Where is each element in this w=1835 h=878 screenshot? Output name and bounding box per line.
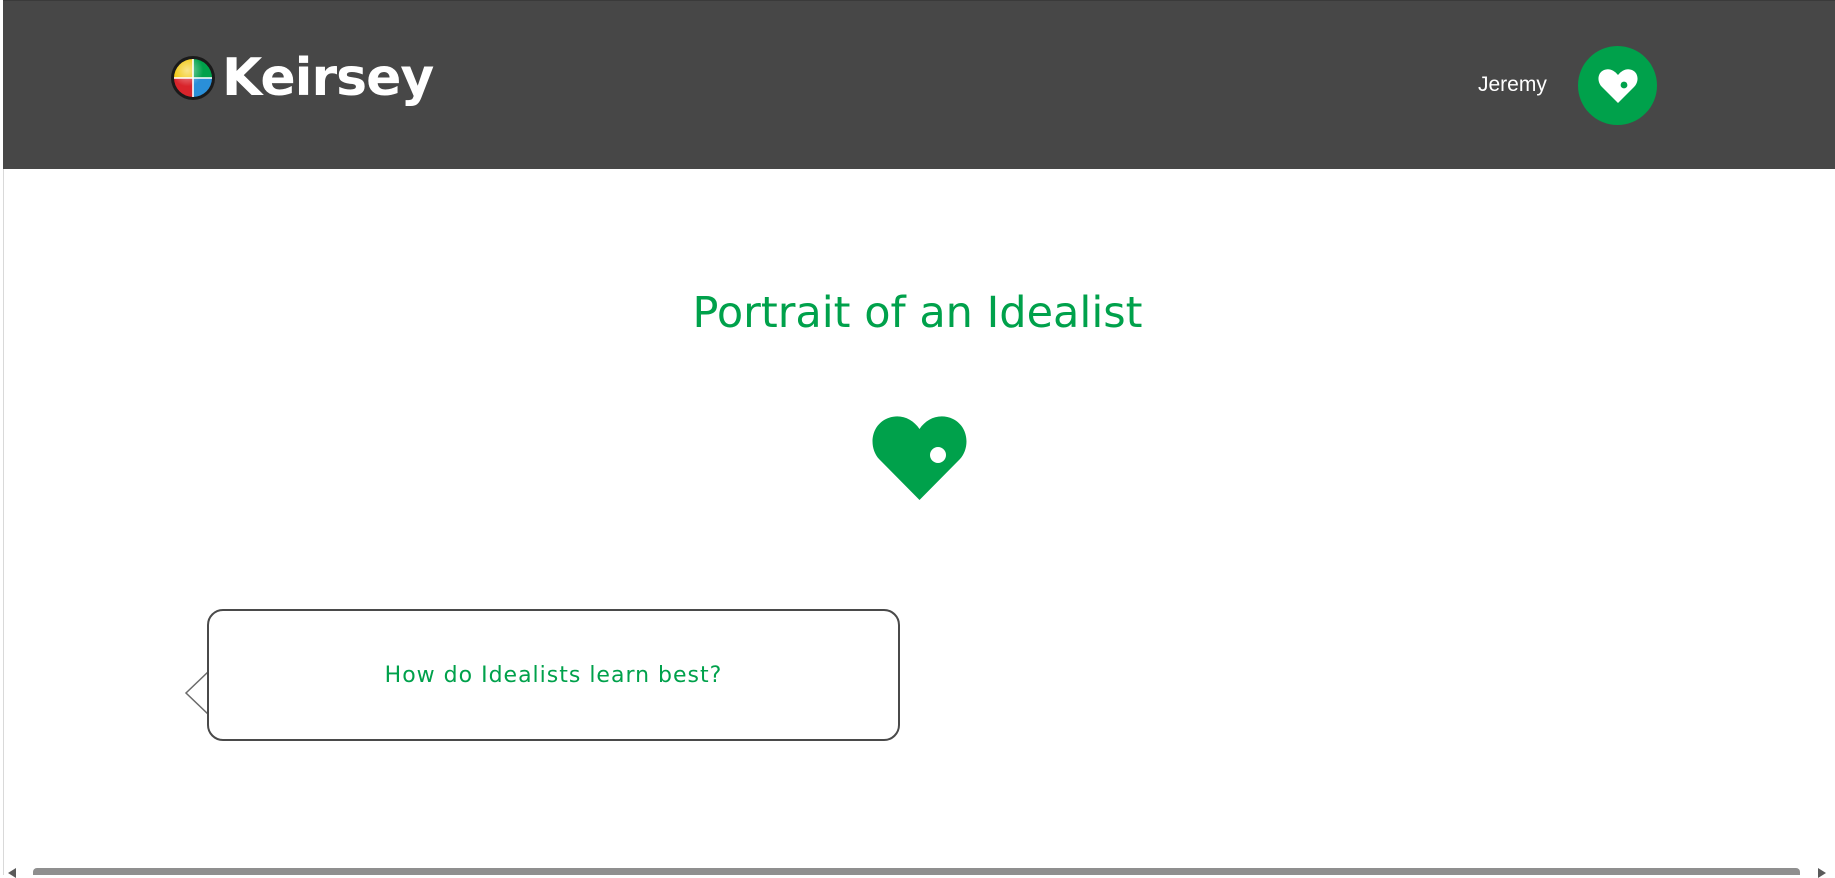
user-name-link[interactable]: Jeremy (1478, 71, 1547, 99)
page-title: Portrait of an Idealist (692, 288, 1143, 338)
idealist-heart-icon (872, 416, 967, 500)
scroll-right-arrow-icon[interactable] (1818, 868, 1826, 878)
scroll-left-arrow-icon[interactable] (8, 868, 16, 878)
brand-logo-link[interactable]: Keirsey (170, 45, 434, 111)
question-bubble-text: How do Idealists learn best? (384, 662, 723, 688)
temperament-quadrant-icon (171, 56, 215, 100)
brand-name: Keirsey (222, 48, 434, 108)
horizontal-scrollbar-thumb[interactable] (33, 868, 1800, 875)
idealist-heart-icon (1597, 68, 1638, 103)
question-bubble-button[interactable]: How do Idealists learn best? (207, 609, 900, 741)
temperament-badge-button[interactable] (1578, 46, 1657, 125)
